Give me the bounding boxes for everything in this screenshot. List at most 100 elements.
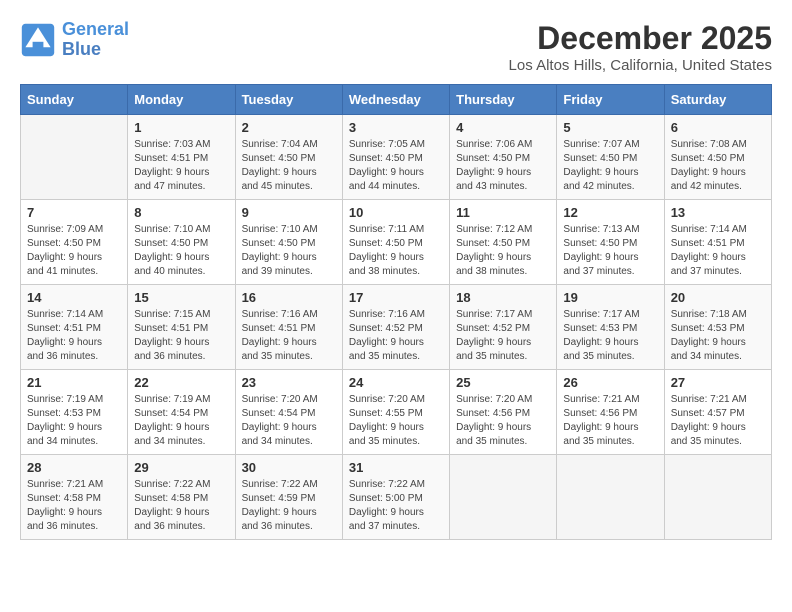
calendar-subtitle: Los Altos Hills, California, United Stat… [509, 57, 772, 74]
day-info: Sunrise: 7:16 AMSunset: 4:52 PMDaylight:… [349, 308, 443, 364]
calendar-cell: 19 Sunrise: 7:17 AMSunset: 4:53 PMDayligh… [557, 285, 664, 370]
day-number: 15 [134, 290, 228, 305]
calendar-body: 1 Sunrise: 7:03 AMSunset: 4:51 PMDaylight… [21, 115, 772, 540]
weekday-header-sunday: Sunday [21, 85, 128, 115]
weekday-header-friday: Friday [557, 85, 664, 115]
logo-text: General Blue [62, 20, 129, 60]
calendar-cell: 17 Sunrise: 7:16 AMSunset: 4:52 PMDayligh… [342, 285, 449, 370]
day-info: Sunrise: 7:04 AMSunset: 4:50 PMDaylight:… [242, 138, 336, 194]
day-info: Sunrise: 7:20 AMSunset: 4:54 PMDaylight:… [242, 393, 336, 449]
calendar-title: December 2025 [509, 20, 772, 57]
weekday-header-thursday: Thursday [450, 85, 557, 115]
calendar-table: SundayMondayTuesdayWednesdayThursdayFrid… [20, 84, 772, 540]
calendar-cell: 3Sunrise: 7:05 AMSunset: 4:50 PMDaylight… [342, 115, 449, 200]
calendar-cell: 8 Sunrise: 7:10 AMSunset: 4:50 PMDaylight… [128, 200, 235, 285]
calendar-cell: 30 Sunrise: 7:22 AMSunset: 4:59 PMDayligh… [235, 455, 342, 540]
day-info: Sunrise: 7:14 AMSunset: 4:51 PMDaylight:… [671, 223, 765, 279]
calendar-cell [21, 115, 128, 200]
calendar-cell: 16 Sunrise: 7:16 AMSunset: 4:51 PMDayligh… [235, 285, 342, 370]
calendar-cell: 6 Sunrise: 7:08 AMSunset: 4:50 PMDaylight… [664, 115, 771, 200]
calendar-cell: 26 Sunrise: 7:21 AMSunset: 4:56 PMDayligh… [557, 370, 664, 455]
day-number: 11 [456, 205, 550, 220]
day-number: 30 [242, 460, 336, 475]
day-info: Sunrise: 7:21 AMSunset: 4:56 PMDaylight:… [563, 393, 657, 449]
day-number: 19 [563, 290, 657, 305]
logo-line2: Blue [62, 39, 101, 59]
week-row-1: 7 Sunrise: 7:09 AMSunset: 4:50 PMDaylight… [21, 200, 772, 285]
day-info: Sunrise: 7:10 AMSunset: 4:50 PMDaylight:… [134, 223, 228, 279]
calendar-cell: 15 Sunrise: 7:15 AMSunset: 4:51 PMDayligh… [128, 285, 235, 370]
calendar-cell: 4 Sunrise: 7:06 AMSunset: 4:50 PMDaylight… [450, 115, 557, 200]
day-info: Sunrise: 7:17 AMSunset: 4:53 PMDaylight:… [563, 308, 657, 364]
calendar-cell: 25 Sunrise: 7:20 AMSunset: 4:56 PMDayligh… [450, 370, 557, 455]
weekday-row: SundayMondayTuesdayWednesdayThursdayFrid… [21, 85, 772, 115]
logo-line1: General [62, 19, 129, 39]
day-info: Sunrise: 7:15 AMSunset: 4:51 PMDaylight:… [134, 308, 228, 364]
calendar-cell: 10 Sunrise: 7:11 AMSunset: 4:50 PMDayligh… [342, 200, 449, 285]
day-number: 9 [242, 205, 336, 220]
day-info: Sunrise: 7:08 AMSunset: 4:50 PMDaylight:… [671, 138, 765, 194]
day-number: 12 [563, 205, 657, 220]
calendar-cell [450, 455, 557, 540]
day-number: 25 [456, 375, 550, 390]
day-number: 17 [349, 290, 443, 305]
day-number: 4 [456, 120, 550, 135]
day-number: 24 [349, 375, 443, 390]
weekday-header-wednesday: Wednesday [342, 85, 449, 115]
calendar-cell [557, 455, 664, 540]
day-number: 26 [563, 375, 657, 390]
calendar-cell: 21Sunrise: 7:19 AMSunset: 4:53 PMDayligh… [21, 370, 128, 455]
day-number: 5 [563, 120, 657, 135]
day-info: Sunrise: 7:21 AMSunset: 4:58 PMDaylight:… [27, 478, 121, 534]
day-info: Sunrise: 7:13 AMSunset: 4:50 PMDaylight:… [563, 223, 657, 279]
day-info: Sunrise: 7:20 AMSunset: 4:55 PMDaylight:… [349, 393, 443, 449]
day-number: 28 [27, 460, 121, 475]
week-row-0: 1 Sunrise: 7:03 AMSunset: 4:51 PMDaylight… [21, 115, 772, 200]
day-number: 10 [349, 205, 443, 220]
day-number: 20 [671, 290, 765, 305]
calendar-cell: 28 Sunrise: 7:21 AMSunset: 4:58 PMDayligh… [21, 455, 128, 540]
logo-icon [20, 22, 56, 58]
title-block: December 2025 Los Altos Hills, Californi… [509, 20, 772, 74]
day-number: 8 [134, 205, 228, 220]
day-number: 7 [27, 205, 121, 220]
calendar-header: SundayMondayTuesdayWednesdayThursdayFrid… [21, 85, 772, 115]
logo: General Blue [20, 20, 129, 60]
day-info: Sunrise: 7:18 AMSunset: 4:53 PMDaylight:… [671, 308, 765, 364]
day-info: Sunrise: 7:09 AMSunset: 4:50 PMDaylight:… [27, 223, 121, 279]
day-info: Sunrise: 7:06 AMSunset: 4:50 PMDaylight:… [456, 138, 550, 194]
day-info: Sunrise: 7:11 AMSunset: 4:50 PMDaylight:… [349, 223, 443, 279]
day-info: Sunrise: 7:20 AMSunset: 4:56 PMDaylight:… [456, 393, 550, 449]
day-info: Sunrise: 7:22 AMSunset: 4:59 PMDaylight:… [242, 478, 336, 534]
day-number: 16 [242, 290, 336, 305]
day-number: 31 [349, 460, 443, 475]
day-info: Sunrise: 7:03 AMSunset: 4:51 PMDaylight:… [134, 138, 228, 194]
day-info: Sunrise: 7:22 AMSunset: 5:00 PMDaylight:… [349, 478, 443, 534]
week-row-4: 28 Sunrise: 7:21 AMSunset: 4:58 PMDayligh… [21, 455, 772, 540]
day-info: Sunrise: 7:19 AMSunset: 4:54 PMDaylight:… [134, 393, 228, 449]
day-info: Sunrise: 7:17 AMSunset: 4:52 PMDaylight:… [456, 308, 550, 364]
day-info: Sunrise: 7:10 AMSunset: 4:50 PMDaylight:… [242, 223, 336, 279]
day-number: 14 [27, 290, 121, 305]
calendar-cell: 1 Sunrise: 7:03 AMSunset: 4:51 PMDaylight… [128, 115, 235, 200]
weekday-header-saturday: Saturday [664, 85, 771, 115]
calendar-cell: 7 Sunrise: 7:09 AMSunset: 4:50 PMDaylight… [21, 200, 128, 285]
day-info: Sunrise: 7:14 AMSunset: 4:51 PMDaylight:… [27, 308, 121, 364]
calendar-cell: 5Sunrise: 7:07 AMSunset: 4:50 PMDaylight… [557, 115, 664, 200]
day-number: 6 [671, 120, 765, 135]
day-info: Sunrise: 7:12 AMSunset: 4:50 PMDaylight:… [456, 223, 550, 279]
calendar-cell: 23Sunrise: 7:20 AMSunset: 4:54 PMDayligh… [235, 370, 342, 455]
day-info: Sunrise: 7:19 AMSunset: 4:53 PMDaylight:… [27, 393, 121, 449]
calendar-cell: 14 Sunrise: 7:14 AMSunset: 4:51 PMDayligh… [21, 285, 128, 370]
calendar-cell: 2Sunrise: 7:04 AMSunset: 4:50 PMDaylight… [235, 115, 342, 200]
calendar-cell: 22 Sunrise: 7:19 AMSunset: 4:54 PMDayligh… [128, 370, 235, 455]
day-info: Sunrise: 7:05 AMSunset: 4:50 PMDaylight:… [349, 138, 443, 194]
day-number: 13 [671, 205, 765, 220]
day-info: Sunrise: 7:16 AMSunset: 4:51 PMDaylight:… [242, 308, 336, 364]
day-number: 27 [671, 375, 765, 390]
week-row-3: 21Sunrise: 7:19 AMSunset: 4:53 PMDayligh… [21, 370, 772, 455]
calendar-cell: 11 Sunrise: 7:12 AMSunset: 4:50 PMDayligh… [450, 200, 557, 285]
day-number: 1 [134, 120, 228, 135]
day-number: 29 [134, 460, 228, 475]
day-number: 22 [134, 375, 228, 390]
